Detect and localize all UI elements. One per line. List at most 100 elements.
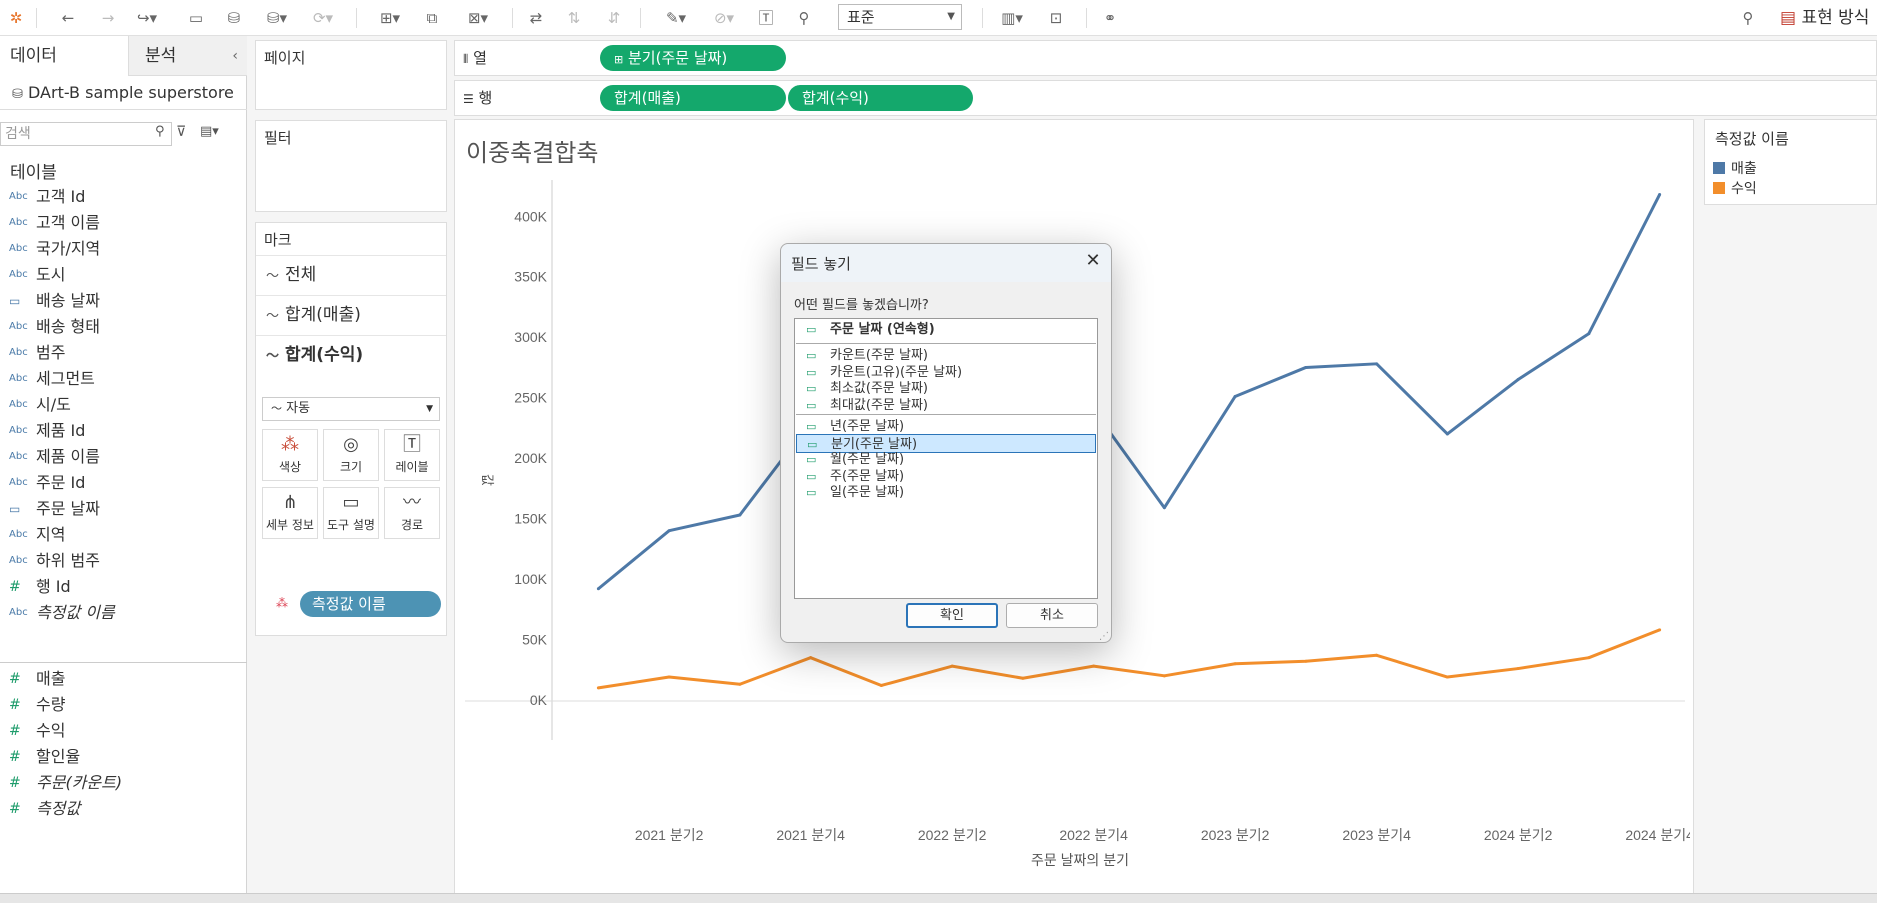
field-item[interactable]: Abc 측정값 이름: [0, 600, 247, 626]
field-item[interactable]: # 매출: [0, 666, 247, 692]
view-size-select[interactable]: 표준 ▼: [838, 4, 962, 30]
row-pill-sales[interactable]: 합계(매출): [600, 85, 786, 111]
expand-icon: ⊞: [614, 53, 624, 66]
fix-axes-icon[interactable]: ⚲: [792, 6, 816, 30]
field-item[interactable]: ▭ 배송 날짜: [0, 288, 247, 314]
columns-shelf[interactable]: ⦀ 열 ⊞ 분기(주문 날짜): [454, 40, 1877, 76]
field-item[interactable]: # 행 Id: [0, 574, 247, 600]
field-item[interactable]: Abc 지역: [0, 522, 247, 548]
field-item[interactable]: # 수량: [0, 692, 247, 718]
filters-card[interactable]: 필터: [255, 120, 447, 212]
data-point: [1162, 674, 1166, 678]
pages-card[interactable]: 페이지: [255, 40, 447, 110]
view-options-icon[interactable]: ▤▾: [200, 124, 219, 139]
clear-sheet-icon[interactable]: ⊠▾: [460, 6, 496, 30]
data-point: [950, 664, 954, 668]
undo-icon[interactable]: ←: [56, 6, 80, 30]
field-item[interactable]: Abc 주문 Id: [0, 470, 247, 496]
color-legend[interactable]: 측정값 이름 매출 수익: [1704, 119, 1877, 205]
sort-ascending-icon[interactable]: ⇅: [562, 6, 586, 30]
show-me-button[interactable]: ▤ 표현 방식: [1780, 6, 1869, 30]
view-size-value: 표준: [847, 8, 875, 26]
search-icon[interactable]: ⚲: [155, 124, 165, 139]
mark-type-select[interactable]: 〜 자동 ▼: [262, 397, 440, 421]
data-point: [1304, 365, 1308, 369]
label-button[interactable]: 🅃 레이블: [384, 429, 440, 481]
new-worksheet-icon[interactable]: ⊞▾: [372, 6, 408, 30]
line-mark-icon: 〜: [266, 349, 280, 364]
cancel-button[interactable]: 취소: [1006, 603, 1098, 628]
marks-tab-all[interactable]: 〜 전체: [256, 255, 446, 293]
field-option[interactable]: ▭ 일(주문 날짜): [796, 483, 1096, 502]
sort-descending-icon[interactable]: ⇵: [602, 6, 626, 30]
detail-button[interactable]: ⋔ 세부 정보: [262, 487, 318, 539]
group-members-icon[interactable]: ⊘▾: [706, 6, 742, 30]
field-option[interactable]: ▭ 주문 날짜 (연속형): [796, 320, 1096, 339]
swap-rows-columns-icon[interactable]: ⇄: [524, 6, 548, 30]
rows-shelf[interactable]: ☰ 행 합계(매출) 합계(수익): [454, 80, 1877, 116]
collapse-pane-icon[interactable]: ‹: [232, 36, 238, 76]
legend-item-sales[interactable]: 매출: [1713, 158, 1757, 178]
tooltip-button[interactable]: ▭ 도구 설명: [323, 487, 379, 539]
field-label: 지역: [36, 525, 66, 544]
duplicate-sheet-icon[interactable]: ⧉: [420, 6, 444, 30]
column-pill-quarter[interactable]: ⊞ 분기(주문 날짜): [600, 45, 786, 71]
field-item[interactable]: # 측정값: [0, 796, 247, 822]
marks-tab-sales[interactable]: 〜 합계(매출): [256, 295, 446, 333]
show-cards-icon[interactable]: ▥▾: [994, 6, 1030, 30]
field-item[interactable]: # 수익: [0, 718, 247, 744]
column-pill-label: 분기(주문 날짜): [628, 49, 728, 67]
field-item[interactable]: # 주문(카운트): [0, 770, 247, 796]
field-item[interactable]: Abc 시/도: [0, 392, 247, 418]
field-item[interactable]: Abc 고객 Id: [0, 184, 247, 210]
tab-data[interactable]: 데이터: [0, 36, 128, 76]
marks-tab-profit[interactable]: 〜 합계(수익): [256, 335, 446, 373]
tab-analysis[interactable]: 분석: [128, 36, 247, 76]
field-option[interactable]: ▭ 최대값(주문 날짜): [796, 396, 1096, 415]
redo-icon[interactable]: →: [96, 6, 120, 30]
field-item[interactable]: Abc 범주: [0, 340, 247, 366]
search-input[interactable]: 검색: [0, 122, 172, 146]
field-option-list[interactable]: ▭ 주문 날짜 (연속형) ▭ 카운트(주문 날짜) ▭ 카운트(고유)(주문 날짜) ▭ 최…: [794, 318, 1098, 599]
pause-auto-update-icon[interactable]: ⛁▾: [262, 6, 292, 30]
tableau-logo-icon[interactable]: ✲: [4, 6, 28, 30]
presentation-mode-icon[interactable]: ⊡: [1044, 6, 1068, 30]
highlight-icon[interactable]: ✎▾: [658, 6, 694, 30]
color-button[interactable]: ⁂ 색상: [262, 429, 318, 481]
option-separator: [796, 343, 1096, 344]
field-item[interactable]: Abc 하위 범주: [0, 548, 247, 574]
field-item[interactable]: ▭ 주문 날짜: [0, 496, 247, 522]
sheet-tabs-bar[interactable]: [0, 893, 1877, 903]
field-item[interactable]: Abc 국가/지역: [0, 236, 247, 262]
resize-grip-icon[interactable]: ⋰: [1099, 631, 1109, 642]
row-pill-profit[interactable]: 합계(수익): [787, 85, 973, 111]
save-icon[interactable]: ▭: [184, 6, 208, 30]
measure-names-pill[interactable]: 측정값 이름: [300, 591, 441, 617]
ok-button[interactable]: 확인: [906, 603, 998, 628]
legend-item-profit[interactable]: 수익: [1713, 178, 1757, 198]
path-button[interactable]: 〰 경로: [384, 487, 440, 539]
refresh-icon[interactable]: ⟳▾: [308, 6, 338, 30]
datasource-item[interactable]: ⛁ DArt-B sample superstore: [0, 76, 247, 110]
toolbar-divider: [640, 8, 641, 28]
field-item[interactable]: Abc 제품 Id: [0, 418, 247, 444]
field-item[interactable]: Abc 세그먼트: [0, 366, 247, 392]
show-mark-labels-icon[interactable]: 🅃: [754, 6, 778, 30]
field-label: 수량: [36, 695, 66, 714]
size-button[interactable]: ◎ 크기: [323, 429, 379, 481]
field-item[interactable]: Abc 배송 형태: [0, 314, 247, 340]
date-type-icon: ▭: [9, 502, 21, 516]
field-label: 시/도: [36, 395, 71, 414]
close-icon[interactable]: ✕: [1081, 250, 1105, 271]
replay-icon[interactable]: ↪▾: [132, 6, 162, 30]
field-item[interactable]: Abc 제품 이름: [0, 444, 247, 470]
field-item[interactable]: Abc 고객 이름: [0, 210, 247, 236]
field-item[interactable]: # 할인율: [0, 744, 247, 770]
field-item[interactable]: Abc 도시: [0, 262, 247, 288]
filter-icon[interactable]: ⊽: [176, 124, 186, 140]
share-icon[interactable]: ⚭: [1098, 6, 1122, 30]
new-datasource-icon[interactable]: ⛁: [222, 6, 246, 30]
toolbar: ✲ ← → ↪▾ ▭ ⛁ ⛁▾ ⟳▾ ⊞▾ ⧉ ⊠▾ ⇄ ⇅ ⇵ ✎▾ ⊘▾ 🅃…: [0, 0, 1877, 36]
data-pane: 데이터 분석 ‹ ⛁ DArt-B sample superstore 검색 ⚲…: [0, 36, 247, 903]
format-painter-icon[interactable]: ⚲: [1736, 6, 1760, 30]
